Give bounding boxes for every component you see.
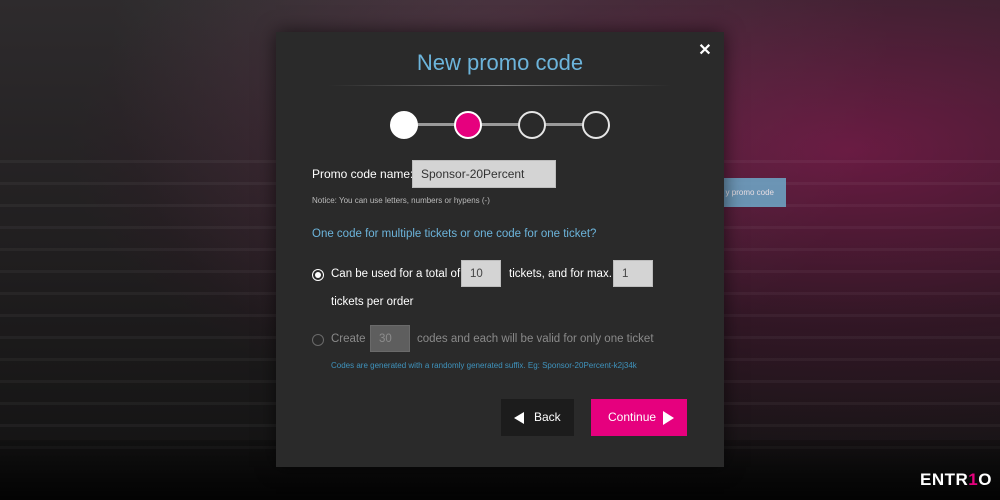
promo-code-name-input[interactable] [412, 160, 556, 188]
arrow-right-icon [663, 411, 674, 425]
promo-code-modal: ✕ New promo code Promo code name: Notice… [276, 32, 724, 467]
option-single-ticket-radio[interactable] [312, 334, 324, 346]
step-2-current [454, 111, 482, 139]
codes-count-input[interactable] [370, 325, 410, 352]
stepper-line [404, 123, 596, 126]
back-button[interactable]: Back [501, 399, 574, 436]
total-tickets-input[interactable] [461, 260, 501, 287]
progress-stepper [390, 111, 610, 139]
promo-code-name-label: Promo code name: [312, 167, 414, 181]
code-type-question: One code for multiple tickets or one cod… [312, 228, 597, 240]
continue-button-label: Continue [608, 410, 657, 424]
option1-text-middle: tickets, and for max. [509, 268, 612, 280]
continue-button[interactable]: Continue [591, 399, 687, 436]
option1-text-after: tickets per order [331, 296, 414, 308]
suffix-note: Codes are generated with a randomly gene… [331, 361, 637, 370]
promo-code-notice: Notice: You can use letters, numbers or … [312, 196, 490, 205]
entrio-logo: ENTR1O [920, 470, 992, 489]
arrow-left-icon [514, 412, 524, 424]
modal-title: New promo code [416, 50, 584, 75]
option2-text-after: codes and each will be valid for only on… [417, 333, 654, 345]
title-divider [328, 85, 672, 86]
option2-text-before: Create [331, 333, 366, 345]
max-tickets-input[interactable] [613, 260, 653, 287]
option1-text-before: Can be used for a total of [331, 268, 461, 280]
option-multi-ticket-radio[interactable] [312, 269, 324, 281]
step-3-pending [518, 111, 546, 139]
back-button-label: Back [534, 410, 561, 424]
step-1-complete [390, 111, 418, 139]
step-4-pending [582, 111, 610, 139]
